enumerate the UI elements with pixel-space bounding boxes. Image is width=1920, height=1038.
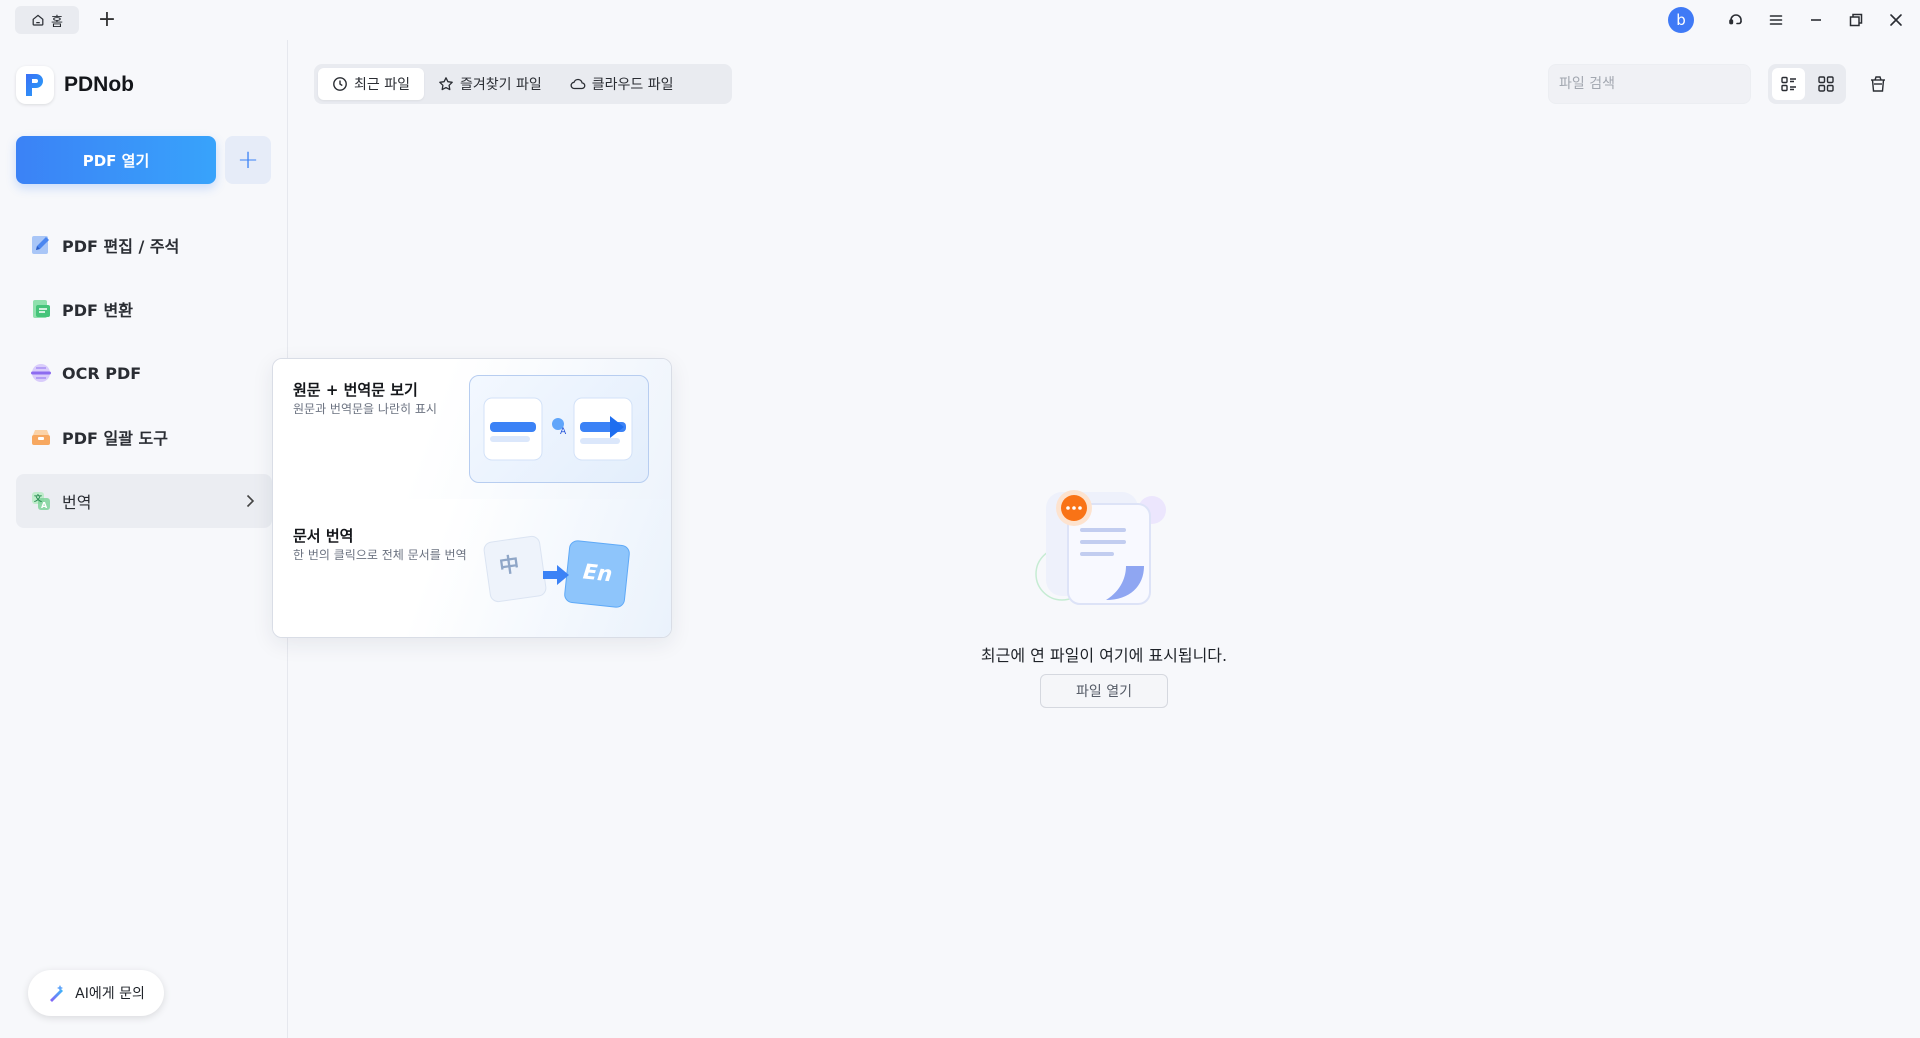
edit-icon [28,232,54,258]
sidebar-item-label: 번역 [62,493,92,512]
restore-button[interactable] [1836,0,1876,40]
view-toggle [1768,64,1846,104]
window-controls: b [1668,0,1920,40]
side-by-side-illustration-icon: A [469,375,649,483]
clock-icon [333,77,347,91]
grid-view-icon [1817,76,1834,92]
option-title: 문서 번역 [293,527,354,545]
tab-label: 최근 파일 [354,77,410,93]
side-by-side-view-option[interactable]: 원문 + 번역문 보기 원문과 번역문을 나란히 표시 A [273,359,671,499]
brand-name: PDNob [64,73,134,96]
restore-icon [1849,13,1863,27]
trash-icon [1871,76,1885,92]
search-input[interactable] [1548,64,1751,104]
open-file-label: 파일 열기 [1076,684,1132,700]
plus-icon: + [97,7,117,32]
ocr-icon [28,360,54,386]
star-icon [439,77,453,91]
document-translate-illustration-icon: 中 En [483,525,653,625]
tab-recent-files[interactable]: 최근 파일 [318,68,424,100]
translate-flyout-menu: 원문 + 번역문 보기 원문과 번역문을 나란히 표시 A 문서 번역 한 번의… [272,358,672,638]
list-view-button[interactable] [1772,68,1805,100]
tab-favorite-files[interactable]: 즐겨찾기 파일 [424,68,556,100]
menu-button[interactable] [1756,0,1796,40]
batch-tools-icon [28,424,54,450]
new-tab-button[interactable]: + [95,8,119,32]
ai-sparkle-icon [50,985,64,1002]
tab-label: 즐겨찾기 파일 [459,77,542,93]
open-file-button[interactable]: 파일 열기 [1040,674,1168,708]
tab-home[interactable]: 홈 [15,6,79,34]
close-icon [1890,14,1902,26]
chinese-badge: 中 [497,551,521,579]
option-title: 원문 + 번역문 보기 [293,381,418,399]
sidebar-item-translate[interactable]: 文A 번역 [16,474,272,528]
option-description: 한 번의 클릭으로 전체 문서를 번역 [293,548,467,562]
hamburger-icon [1769,15,1783,25]
translate-icon: 文A [28,488,54,514]
add-button[interactable]: + [225,136,271,184]
minimize-icon [1811,19,1821,21]
file-tabs: 최근 파일 즐겨찾기 파일 클라우드 파일 [314,64,732,104]
sidebar-item-label: PDF 변환 [62,301,133,320]
support-button[interactable] [1716,0,1756,40]
title-bar: 홈 + b [0,0,1920,40]
minimize-button[interactable] [1796,0,1836,40]
trash-button[interactable] [1866,72,1890,96]
grid-view-button[interactable] [1809,68,1842,100]
brand: PDNob [16,66,134,104]
home-tab-label: 홈 [51,14,63,30]
sidebar-item-label: PDF 일괄 도구 [62,429,168,448]
english-badge: En [581,559,614,587]
empty-state-message: 최근에 연 파일이 여기에 표시됩니다. [980,646,1228,665]
empty-files-illustration-icon [1032,482,1172,612]
svg-text:A: A [41,501,48,510]
pdnob-logo-icon [16,66,54,104]
avatar[interactable]: b [1668,7,1694,33]
sidebar-item-ocr[interactable]: OCR PDF [16,346,272,400]
svg-text:A: A [560,427,567,437]
sidebar-item-label: OCR PDF [62,363,142,383]
option-description: 원문과 번역문을 나란히 표시 [293,402,437,416]
document-translate-option[interactable]: 문서 번역 한 번의 클릭으로 전체 문서를 번역 中 En [273,499,671,637]
cloud-icon [570,78,586,90]
ask-ai-button[interactable]: AI에게 문의 [28,970,164,1016]
avatar-letter: b [1676,11,1686,29]
open-pdf-label: PDF 열기 [82,151,150,170]
ask-ai-label: AI에게 문의 [75,986,145,1002]
convert-icon [28,296,54,322]
list-view-icon [1780,76,1796,92]
sidebar-nav: PDF 편집 / 주석 PDF 변환 OCR PDF PDF 일괄 도구 文A … [16,218,272,538]
tab-cloud-files[interactable]: 클라우드 파일 [556,68,688,100]
plus-icon: + [237,145,259,175]
sidebar-item-batch-tools[interactable]: PDF 일괄 도구 [16,410,272,464]
home-icon [32,14,44,26]
sidebar: PDNob PDF 열기 + PDF 편집 / 주석 PDF 변환 OCR PD… [0,40,288,1038]
open-pdf-button[interactable]: PDF 열기 [16,136,216,184]
sidebar-item-convert[interactable]: PDF 변환 [16,282,272,336]
sidebar-item-edit[interactable]: PDF 편집 / 주석 [16,218,272,272]
close-button[interactable] [1876,0,1916,40]
chevron-right-icon [246,494,255,508]
tab-label: 클라우드 파일 [591,77,674,93]
sidebar-item-label: PDF 편집 / 주석 [62,237,180,256]
headset-icon [1729,14,1742,25]
